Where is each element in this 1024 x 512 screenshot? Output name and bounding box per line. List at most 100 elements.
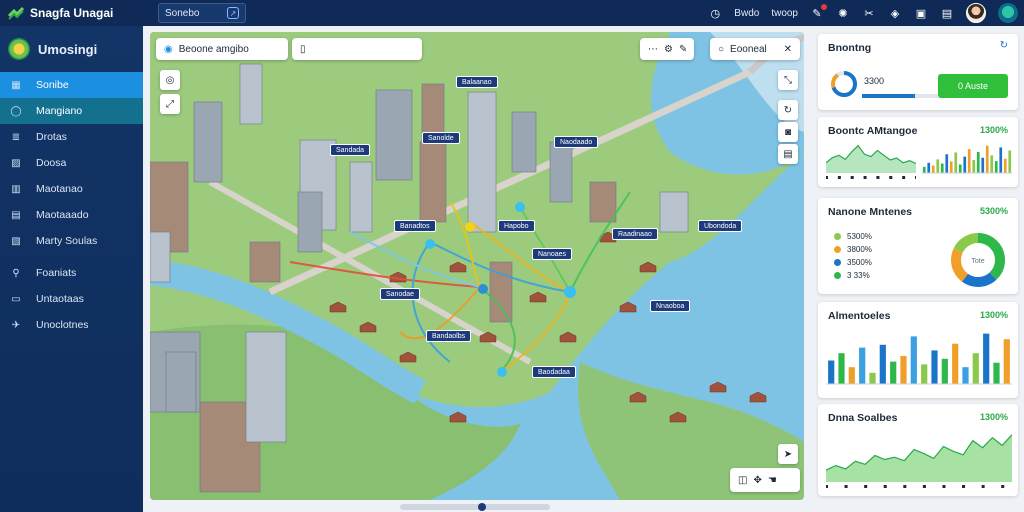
tick-mark: [826, 485, 828, 488]
zoom-icon[interactable]: ⤢: [160, 94, 180, 114]
map-pin-label[interactable]: Naodaado: [554, 136, 599, 148]
bar: [994, 161, 998, 173]
top-link-1[interactable]: Bwdo: [734, 8, 759, 19]
bar: [981, 157, 985, 173]
building: [549, 141, 573, 203]
tick-mark: [826, 176, 828, 179]
expand-icon[interactable]: ↗: [227, 7, 239, 19]
map-bottom-icon[interactable]: ◫: [738, 475, 747, 486]
map-pin-label[interactable]: Sanolde: [422, 132, 460, 144]
rotate-icon[interactable]: ↻: [778, 100, 798, 120]
legend-label: 5300%: [847, 232, 872, 241]
map-pin-label[interactable]: Hapobo: [498, 220, 535, 232]
legend-item: 5300%: [834, 232, 872, 241]
sidebar-item-mangiano[interactable]: ◯ Mangiano: [0, 98, 143, 124]
camera-icon[interactable]: ◙: [778, 122, 798, 142]
sidebar-item-marty-soulas[interactable]: ▧ Marty Soulas: [0, 228, 143, 254]
map-search-pill[interactable]: ○ Eooneal ✕: [710, 38, 800, 60]
pan-icon[interactable]: ✥: [753, 475, 761, 486]
sidebar-item-label: Untaotaas: [36, 293, 84, 305]
navigate-icon[interactable]: ➤: [778, 444, 798, 464]
sidebar-item-drotas[interactable]: ≣ Drotas: [0, 124, 143, 150]
panel-breakdown-title: Nanone Mntenes: [828, 206, 913, 218]
sidebar-header: Umosingi: [0, 26, 143, 72]
panel-breakdown-value: 5300%: [979, 206, 1008, 216]
legend-item: 3500%: [834, 258, 872, 267]
search-tab[interactable]: Sonebo ↗: [158, 3, 246, 23]
status-globe-icon[interactable]: [998, 3, 1018, 23]
image-icon: ▨: [11, 157, 21, 169]
bar: [1003, 339, 1010, 384]
close-icon[interactable]: ✕: [784, 44, 792, 55]
tools-icon[interactable]: ✂: [862, 6, 876, 20]
chart-icon: ▥: [11, 183, 21, 195]
sidebar-item-label: Unoclotnes: [36, 319, 89, 331]
map-title-pill[interactable]: ◉ Beoone amgibo: [156, 38, 288, 60]
map-pin-label[interactable]: Baodadaa: [532, 366, 576, 378]
brand[interactable]: Snagfa Unagai: [0, 6, 150, 20]
building: [419, 141, 447, 223]
map-pin-label[interactable]: Ubondoda: [698, 220, 743, 232]
search-icon: ○: [718, 43, 725, 55]
map-tools-pill[interactable]: ⋯ ⚙ ✎: [640, 38, 694, 60]
sidebar-item-unoclotnes[interactable]: ✈ Unoclotnes: [0, 312, 143, 338]
progress-bar-fill: [862, 94, 916, 98]
trend-bar-chart: [922, 145, 1012, 174]
sidebar-item-maotaaado[interactable]: ▤ Maotaaado: [0, 202, 143, 228]
sidebar-item-sonibe[interactable]: ▦ Sonibe: [0, 72, 143, 98]
map-scroll-thumb[interactable]: [478, 503, 486, 511]
bar: [954, 152, 958, 173]
panel-analytics-title: Almentoeles: [828, 310, 891, 322]
map-pin-label[interactable]: Sanodae: [380, 288, 421, 300]
avatar[interactable]: [966, 3, 986, 23]
map-filter-pill[interactable]: ▯: [292, 38, 422, 60]
refresh-icon[interactable]: ↻: [1000, 40, 1008, 51]
action-button[interactable]: 0 Auste: [938, 74, 1008, 98]
bar: [848, 367, 855, 384]
settings-icon[interactable]: ✺: [836, 6, 850, 20]
edit-icon[interactable]: ✎: [679, 44, 687, 55]
layers-toggle-icon[interactable]: ▤: [778, 144, 798, 164]
map-bottom-tools[interactable]: ◫ ✥ ☚: [730, 468, 800, 492]
map-pin-label[interactable]: Banadtos: [394, 220, 436, 232]
map-scrollbar[interactable]: [400, 504, 550, 510]
sidebar-title: Umosingi: [38, 41, 98, 57]
map-pin-label[interactable]: Sandada: [330, 144, 371, 156]
tick-mark: [883, 485, 887, 488]
sidebar-item-label: Mangiano: [36, 105, 83, 117]
chat-icon[interactable]: ▤: [940, 6, 954, 20]
top-bar: Snagfa Unagai Sonebo ↗ ◷ Bwdo twoop ✎ ✺ …: [0, 0, 1024, 26]
sidebar-item-doosa[interactable]: ▨ Doosa: [0, 150, 143, 176]
top-link-2[interactable]: twoop: [771, 8, 798, 19]
map-canvas[interactable]: [150, 32, 804, 500]
map-pin-label[interactable]: Bandaolbs: [426, 330, 472, 342]
help-icon[interactable]: ◈: [888, 6, 902, 20]
map-pin-label[interactable]: Nnaoboa: [650, 300, 691, 312]
tick-mark: [844, 485, 848, 488]
hand-icon[interactable]: ☚: [768, 475, 777, 486]
fullscreen-icon[interactable]: ⤡: [778, 70, 798, 90]
bar: [949, 161, 953, 173]
clock-icon[interactable]: ◷: [708, 6, 722, 20]
locate-icon[interactable]: ◎: [160, 70, 180, 90]
house: [709, 381, 727, 393]
legend-label: 3 33%: [847, 271, 870, 280]
more-icon[interactable]: ⋯: [648, 44, 658, 55]
bar: [999, 147, 1003, 173]
sidebar-item-foaniats[interactable]: ⚲ Foaniats: [0, 260, 143, 286]
analytics-bar-chart: [826, 333, 1012, 385]
window-icon[interactable]: ▣: [914, 6, 928, 20]
map-pin-label[interactable]: Nanoaes: [532, 248, 573, 260]
notification-icon[interactable]: ✎: [810, 4, 827, 20]
building: [349, 161, 373, 233]
tick-mark: [903, 485, 907, 488]
city-map[interactable]: ◉ Beoone amgibo ▯ ⋯ ⚙ ✎ ○ Eooneal ✕ ◎ ⤢ …: [150, 32, 804, 500]
map-pin-label[interactable]: Raadinaao: [612, 228, 658, 240]
tick-mark: [863, 176, 867, 179]
map-pin-label[interactable]: Balaanao: [456, 76, 498, 88]
sidebar-item-maotanao[interactable]: ▥ Maotanao: [0, 176, 143, 202]
filter-icon[interactable]: ⚙: [664, 44, 673, 55]
sidebar-item-untaotaas[interactable]: ▭ Untaotaas: [0, 286, 143, 312]
building: [150, 231, 171, 283]
bar: [945, 154, 949, 174]
